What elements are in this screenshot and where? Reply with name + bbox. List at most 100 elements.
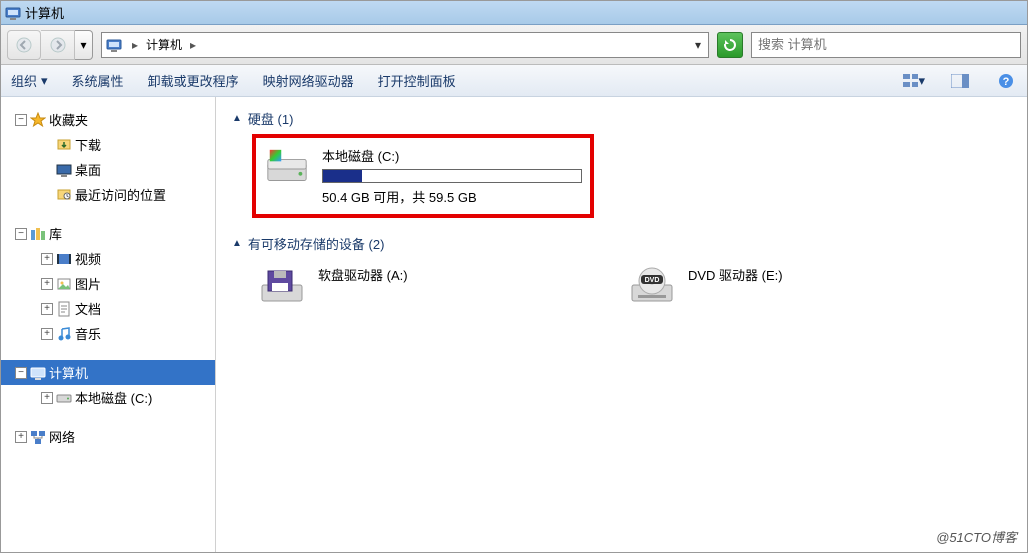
help-button[interactable]: ? [995,70,1017,92]
network-node[interactable]: + 网络 [1,424,215,449]
highlight-frame: 本地磁盘 (C:) 50.4 GB 可用，共 59.5 GB [252,134,594,218]
expand-icon[interactable]: + [41,278,53,290]
nav-history-dropdown[interactable]: ▾ [75,30,93,60]
expand-icon[interactable]: + [41,392,53,404]
star-icon [30,112,46,128]
computer-node[interactable]: − 计算机 [1,360,215,385]
preview-pane-button[interactable] [949,70,971,92]
drive-info: 本地磁盘 (C:) 50.4 GB 可用，共 59.5 GB [322,146,582,206]
toolbar: 组织 ▾ 系统属性 卸载或更改程序 映射网络驱动器 打开控制面板 ▾ ? [1,65,1027,97]
tiles-icon [903,74,918,88]
group-label: 硬盘 (1) [248,109,294,128]
organize-menu[interactable]: 组织 ▾ [11,71,48,90]
drive-floppy[interactable]: 软盘驱动器 (A:) [252,259,582,319]
breadcrumb-separator[interactable]: ▸ [126,38,144,52]
collapse-icon[interactable]: − [15,228,27,240]
titlebar: 计算机 [1,1,1027,25]
tree-label: 计算机 [49,363,88,382]
group-removable-items: 软盘驱动器 (A:) DVD DVD 驱动器 (E:) [232,259,1011,319]
drive-info: 软盘驱动器 (A:) [318,265,408,284]
svg-text:DVD: DVD [645,277,660,284]
panel-icon [951,74,969,88]
forward-button[interactable] [41,30,75,60]
recent-node[interactable]: 最近访问的位置 [1,182,215,207]
tree-label: 本地磁盘 (C:) [75,388,152,407]
toolbar-label: 卸载或更改程序 [148,71,239,90]
music-node[interactable]: + 音乐 [1,321,215,346]
drive-name: DVD 驱动器 (E:) [688,265,783,284]
collapse-icon[interactable]: − [15,367,27,379]
usage-bar [322,169,582,183]
refresh-icon [722,37,738,53]
navigation-pane: − 收藏夹 下载 桌面 最近访问的位置 [1,97,216,552]
videos-node[interactable]: + 视频 [1,246,215,271]
expand-icon[interactable]: + [41,328,53,340]
arrow-left-icon [16,37,32,53]
usage-fill [323,170,362,182]
tree-label: 桌面 [75,160,101,179]
window-title: 计算机 [25,3,64,22]
recent-icon [56,187,72,203]
content-pane: ▲ 硬盘 (1) 本地磁盘 (C:) 50.4 GB 可用，共 59.5 GB [216,97,1027,552]
arrow-right-icon [50,37,66,53]
computer-icon [106,37,122,53]
search-box[interactable] [751,32,1021,58]
computer-icon [30,365,46,381]
expand-icon[interactable]: + [41,253,53,265]
explorer-window: 计算机 ▾ ▸ 计算机 ▸ ▾ [0,0,1028,553]
group-hdd-items: 本地磁盘 (C:) 50.4 GB 可用，共 59.5 GB [232,134,1011,218]
expand-icon[interactable]: + [41,303,53,315]
chevron-down-icon: ▲ [232,238,242,249]
music-icon [56,326,72,342]
tree-label: 库 [49,224,62,243]
svg-text:?: ? [1003,76,1010,88]
address-bar[interactable]: ▸ 计算机 ▸ ▾ [101,32,709,58]
uninstall-programs-button[interactable]: 卸载或更改程序 [148,71,239,90]
tree: − 收藏夹 下载 桌面 最近访问的位置 [1,107,215,449]
dvd-icon: DVD [628,265,676,313]
group-removable-header[interactable]: ▲ 有可移动存储的设备 (2) [232,234,1011,253]
drive-icon [56,390,72,406]
libraries-node[interactable]: − 库 [1,221,215,246]
back-button[interactable] [7,30,41,60]
drive-name: 本地磁盘 (C:) [322,146,582,165]
open-control-panel-button[interactable]: 打开控制面板 [378,71,456,90]
group-label: 有可移动存储的设备 (2) [248,234,385,253]
map-network-drive-button[interactable]: 映射网络驱动器 [263,71,354,90]
refresh-button[interactable] [717,32,743,58]
local-disk-c-node[interactable]: + 本地磁盘 (C:) [1,385,215,410]
toolbar-label: 系统属性 [72,71,124,90]
drive-dvd[interactable]: DVD DVD 驱动器 (E:) [622,259,952,319]
network-icon [30,429,46,445]
nav-buttons: ▾ [7,30,93,60]
pictures-node[interactable]: + 图片 [1,271,215,296]
help-icon: ? [998,73,1014,89]
view-options-button[interactable]: ▾ [903,70,925,92]
group-hdd-header[interactable]: ▲ 硬盘 (1) [232,109,1011,128]
navbar: ▾ ▸ 计算机 ▸ ▾ [1,25,1027,65]
documents-node[interactable]: + 文档 [1,296,215,321]
toolbar-label: 打开控制面板 [378,71,456,90]
drive-c[interactable]: 本地磁盘 (C:) 50.4 GB 可用，共 59.5 GB [258,140,588,212]
breadcrumb-separator[interactable]: ▸ [184,38,202,52]
toolbar-label: 组织 [11,71,37,90]
desktop-node[interactable]: 桌面 [1,157,215,182]
address-dropdown[interactable]: ▾ [688,38,708,52]
tree-label: 图片 [75,274,101,293]
collapse-icon[interactable]: − [15,114,27,126]
expand-icon[interactable]: + [15,431,27,443]
search-input[interactable] [758,37,1014,52]
downloads-node[interactable]: 下载 [1,132,215,157]
pictures-icon [56,276,72,292]
tree-label: 收藏夹 [49,110,88,129]
document-icon [56,301,72,317]
system-properties-button[interactable]: 系统属性 [72,71,124,90]
favorites-node[interactable]: − 收藏夹 [1,107,215,132]
tree-label: 视频 [75,249,101,268]
toolbar-label: 映射网络驱动器 [263,71,354,90]
watermark: @51CTO博客 [936,527,1017,546]
tree-label: 音乐 [75,324,101,343]
drive-name: 软盘驱动器 (A:) [318,265,408,284]
breadcrumb-computer[interactable]: 计算机 [144,36,184,53]
libraries-icon [30,226,46,242]
